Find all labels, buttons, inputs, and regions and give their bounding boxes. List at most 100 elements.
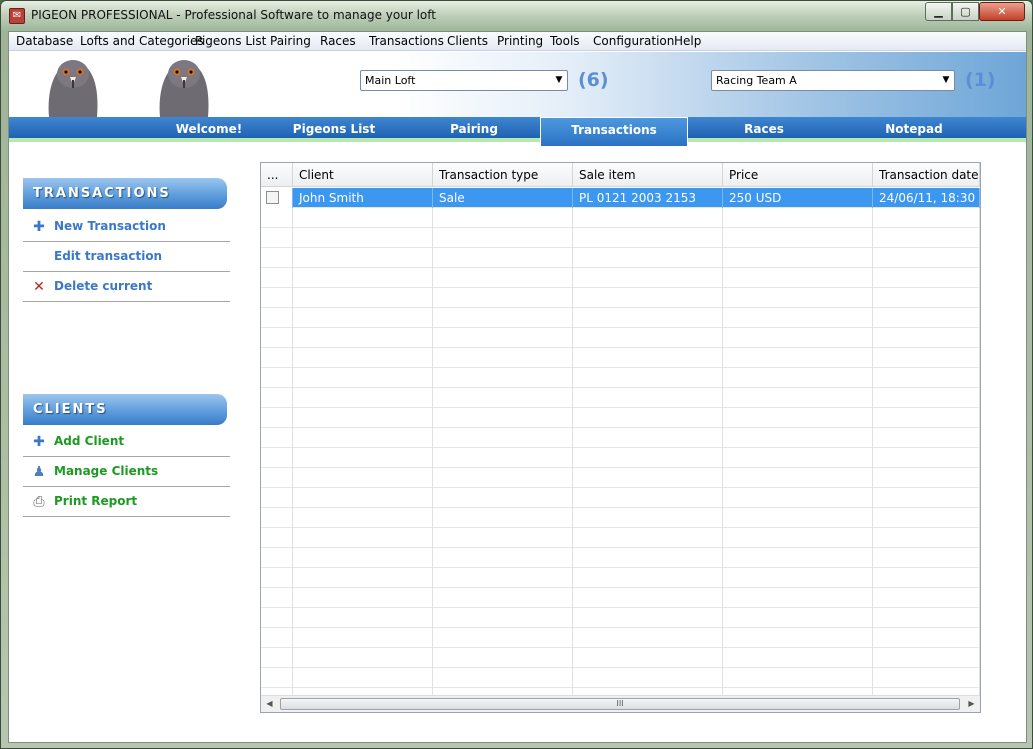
menu-configuration[interactable]: Configuration xyxy=(593,34,674,48)
empty-cell xyxy=(433,308,573,328)
empty-cell xyxy=(723,428,873,448)
empty-cell xyxy=(433,588,573,608)
menu-pigeons-list[interactable]: Pigeons List xyxy=(195,34,266,48)
column-header-client[interactable]: Client xyxy=(293,163,433,187)
empty-cell xyxy=(573,608,723,628)
empty-cell xyxy=(723,328,873,348)
empty-cell xyxy=(261,588,293,608)
cell-transaction-type[interactable]: Sale xyxy=(433,188,573,208)
empty-cell xyxy=(293,548,433,568)
tab-pairing[interactable]: Pairing xyxy=(400,117,548,142)
empty-row xyxy=(261,268,980,288)
empty-cell xyxy=(433,628,573,648)
tab-pigeons-list[interactable]: Pigeons List xyxy=(260,117,408,142)
pigeon-image xyxy=(159,60,209,117)
empty-row xyxy=(261,628,980,648)
empty-cell xyxy=(293,248,433,268)
column-header-select[interactable]: ... xyxy=(261,163,293,187)
manage-clients-label: Manage Clients xyxy=(54,464,159,478)
add-client-label: Add Client xyxy=(54,434,125,448)
delete-current-link[interactable]: ✕ Delete current xyxy=(23,272,230,302)
maximize-button[interactable]: ▢ xyxy=(952,2,979,21)
close-button[interactable]: ✕ xyxy=(979,2,1025,21)
empty-cell xyxy=(873,648,980,668)
chevron-down-icon[interactable]: ▼ xyxy=(551,71,567,90)
empty-cell xyxy=(261,288,293,308)
menu-transactions[interactable]: Transactions xyxy=(369,34,444,48)
loft-select[interactable]: Main Loft ▼ xyxy=(360,70,568,91)
team-select[interactable]: Racing Team A ▼ xyxy=(711,70,955,91)
menu-races[interactable]: Races xyxy=(320,34,356,48)
menu-printing[interactable]: Printing xyxy=(497,34,543,48)
cell-client[interactable]: John Smith xyxy=(293,188,433,208)
empty-cell xyxy=(433,568,573,588)
empty-cell xyxy=(723,408,873,428)
cell-sale-item[interactable]: PL 0121 2003 2153 xyxy=(573,188,723,208)
app-icon[interactable]: ✉ xyxy=(9,8,25,24)
menu-tools[interactable]: Tools xyxy=(550,34,580,48)
empty-cell xyxy=(573,368,723,388)
empty-cell xyxy=(723,348,873,368)
menu-lofts-categories[interactable]: Lofts and Categories xyxy=(80,34,204,48)
empty-cell xyxy=(261,468,293,488)
table-row[interactable]: John Smith Sale PL 0121 2003 2153 250 US… xyxy=(261,188,980,208)
empty-row xyxy=(261,228,980,248)
empty-cell xyxy=(433,368,573,388)
title-bar[interactable]: ✉ PIGEON PROFESSIONAL - Professional Sof… xyxy=(1,1,1032,31)
chevron-down-icon[interactable]: ▼ xyxy=(938,71,954,90)
column-header-price[interactable]: Price xyxy=(723,163,873,187)
empty-cell xyxy=(433,668,573,688)
empty-cell xyxy=(261,528,293,548)
empty-cell xyxy=(723,588,873,608)
empty-cell xyxy=(873,628,980,648)
empty-row xyxy=(261,288,980,308)
column-header-transaction-type[interactable]: Transaction type xyxy=(433,163,573,187)
app-window: ✉ PIGEON PROFESSIONAL - Professional Sof… xyxy=(0,0,1033,749)
empty-cell xyxy=(573,568,723,588)
row-checkbox[interactable] xyxy=(266,191,279,204)
cell-price[interactable]: 250 USD xyxy=(723,188,873,208)
tab-races[interactable]: Races xyxy=(690,117,838,142)
plus-icon: ✚ xyxy=(33,219,45,235)
minimize-button[interactable]: ▁ xyxy=(925,2,952,21)
empty-cell xyxy=(293,648,433,668)
empty-cell xyxy=(873,288,980,308)
scroll-right-icon[interactable]: ▶ xyxy=(963,696,980,712)
empty-cell xyxy=(433,328,573,348)
empty-cell xyxy=(433,268,573,288)
menu-help[interactable]: Help xyxy=(674,34,701,48)
column-header-sale-item[interactable]: Sale item xyxy=(573,163,723,187)
scroll-left-icon[interactable]: ◀ xyxy=(261,696,278,712)
edit-transaction-link[interactable]: Edit transaction xyxy=(23,242,230,272)
menu-clients[interactable]: Clients xyxy=(447,34,488,48)
empty-cell xyxy=(873,348,980,368)
loft-select-value: Main Loft xyxy=(365,74,416,87)
empty-cell xyxy=(261,208,293,228)
empty-row xyxy=(261,468,980,488)
empty-cell xyxy=(873,588,980,608)
cell-transaction-date[interactable]: 24/06/11, 18:30 xyxy=(873,188,980,208)
empty-cell xyxy=(261,268,293,288)
menu-pairing[interactable]: Pairing xyxy=(270,34,311,48)
print-report-link[interactable]: ⎙ Print Report xyxy=(23,487,230,517)
empty-cell xyxy=(261,648,293,668)
tab-transactions[interactable]: Transactions xyxy=(540,117,688,146)
tab-notepad[interactable]: Notepad xyxy=(840,117,988,142)
empty-row xyxy=(261,528,980,548)
scroll-thumb[interactable]: III xyxy=(280,698,960,710)
column-header-transaction-date[interactable]: Transaction date xyxy=(873,163,980,187)
menu-database[interactable]: Database xyxy=(16,34,73,48)
user-icon: ♟ xyxy=(32,464,46,480)
loft-count: (6) xyxy=(578,69,609,91)
team-select-value: Racing Team A xyxy=(716,74,797,87)
empty-cell xyxy=(433,348,573,368)
empty-cell xyxy=(433,508,573,528)
transactions-grid[interactable]: ... Client Transaction type Sale item Pr… xyxy=(260,162,981,713)
empty-cell xyxy=(573,348,723,368)
add-client-link[interactable]: ✚ Add Client xyxy=(23,427,230,457)
horizontal-scrollbar[interactable]: ◀ III ▶ xyxy=(261,695,980,712)
manage-clients-link[interactable]: ♟ Manage Clients xyxy=(23,457,230,487)
new-transaction-link[interactable]: ✚ New Transaction xyxy=(23,212,230,242)
empty-row xyxy=(261,308,980,328)
empty-cell xyxy=(293,488,433,508)
